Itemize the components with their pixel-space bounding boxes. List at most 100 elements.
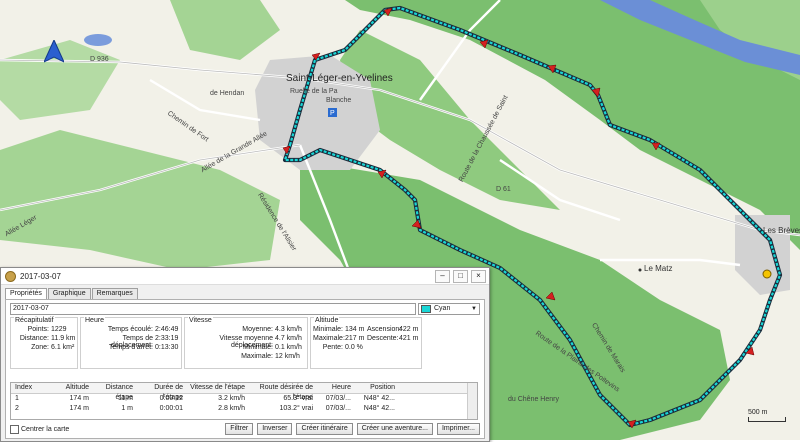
stat-value: 4.3 km/h <box>275 326 302 333</box>
table-row[interactable]: 2 174 m 1 m 0:00:01 2.8 km/h 103.2° vrai… <box>11 404 477 414</box>
table-cell: 103.2° vrai <box>279 405 313 412</box>
place-dot <box>638 268 642 272</box>
map-scale: 500 m <box>748 409 786 422</box>
column-header[interactable]: Durée de l'étape <box>133 383 183 401</box>
scale-bar <box>748 417 786 422</box>
table-cell: 174 m <box>69 405 89 412</box>
stat-value: 2:46:49 <box>155 326 179 333</box>
start-flag-icon <box>762 269 772 279</box>
table-row[interactable]: 1 174 m 11 m 0:00:12 3.2 km/h 65.3° vrai… <box>11 394 477 404</box>
road-label: de Hendan <box>210 90 245 97</box>
altitude-group: Altitude Minimale: 134 m Maximale: 217 m P… <box>310 317 422 369</box>
stat-row: Ascension: 422 m <box>367 326 418 333</box>
table-cell: 3.2 km/h <box>218 395 245 402</box>
stat-label: Moyenne: <box>242 326 273 333</box>
speed-title: Vitesse <box>188 317 213 324</box>
dialog-title: 2017-03-07 <box>20 271 61 281</box>
column-header[interactable]: Route désirée de l'étape <box>245 383 313 401</box>
stat-row: Zone: 6.1 km² <box>13 344 74 351</box>
road-label: D 936 <box>90 56 109 63</box>
table-cell: 07/03/... <box>325 395 351 402</box>
minimize-button[interactable]: – <box>435 269 450 283</box>
track-properties-dialog: 2017-03-07 – □ × Propriétés Graphique Re… <box>0 267 490 442</box>
table-scrollbar[interactable] <box>467 383 477 419</box>
filter-button[interactable]: Filtrer <box>225 423 254 435</box>
column-header[interactable]: Distance étape <box>89 383 133 401</box>
column-header[interactable]: Position <box>351 383 395 393</box>
table-cell: 1 <box>15 395 19 402</box>
stat-label: Points: <box>27 326 49 333</box>
maximize-button[interactable]: □ <box>453 269 468 283</box>
table-cell: 2.8 km/h <box>218 405 245 412</box>
track-name-field[interactable]: 2017-03-07 <box>10 303 416 315</box>
stat-row: Points: 1229 <box>13 326 67 333</box>
stat-value: 6.1 km² <box>51 344 75 351</box>
village-label: Les Brèves <box>763 226 800 235</box>
road-label: D 61 <box>496 186 511 193</box>
road-label: Blanche <box>326 97 352 104</box>
table-cell: 174 m <box>69 395 89 402</box>
stat-label: Pente: <box>322 344 343 351</box>
altitude-title: Altitude <box>314 317 340 324</box>
recap-group: Récapitulatif Points: 1229 Distance: 11.9 … <box>10 317 78 369</box>
stat-row: Maximale: 217 m <box>313 335 364 342</box>
stat-value: 1229 <box>51 326 67 333</box>
center-map-label: Centrer la carte <box>21 425 70 433</box>
stat-row: Maximale: 12 km/h <box>187 353 300 360</box>
stat-row: Distance: 11.9 km <box>13 335 76 342</box>
stat-row: Descente: 421 m <box>367 335 418 342</box>
create-adventure-button[interactable]: Créer une aventure... <box>356 423 433 435</box>
stat-value: 217 m <box>345 335 365 342</box>
scale-label: 500 m <box>748 409 768 416</box>
column-header[interactable]: Altitude <box>51 383 89 393</box>
table-cell: 1 m <box>121 405 133 412</box>
color-swatch <box>421 305 431 313</box>
time-group: Heure Temps écoulé: 2:46:49 Temps de dépl… <box>80 317 182 369</box>
column-header[interactable]: Index <box>11 383 51 393</box>
dialog-titlebar[interactable]: 2017-03-07 – □ × <box>1 268 489 285</box>
stat-row: Pente: 0.0 % <box>313 344 363 351</box>
print-button[interactable]: Imprimer... <box>436 423 480 435</box>
reverse-button[interactable]: Inverser <box>257 423 293 435</box>
track-points-table[interactable]: Index Altitude Distance étape Durée de l… <box>10 382 478 420</box>
stat-row: Temps d'arrêt: 0:13:30 <box>83 344 179 351</box>
center-map-checkbox[interactable] <box>10 424 19 434</box>
stat-label: Temps d'arrêt: <box>108 344 153 351</box>
color-select[interactable]: Cyan ▼ <box>418 303 480 315</box>
table-cell: 0:00:12 <box>159 395 183 402</box>
stat-label: Descente: <box>367 335 399 342</box>
column-header[interactable]: Heure <box>313 383 351 393</box>
stat-row: Moyenne: 4.3 km/h <box>187 326 302 333</box>
close-button[interactable]: × <box>471 269 486 283</box>
stat-value: 0.1 km/h <box>275 344 302 351</box>
create-route-button[interactable]: Créer itinéraire <box>296 423 353 435</box>
svg-text:P: P <box>330 110 335 117</box>
stat-label: Distance: <box>19 335 49 342</box>
road-label: Ruelle de la Pa <box>290 88 338 95</box>
table-cell: 0:00:01 <box>159 405 183 412</box>
lake <box>84 34 112 46</box>
place-label: Le Matz <box>644 264 673 273</box>
stat-label: Zone: <box>31 344 49 351</box>
table-header: Index Altitude Distance étape Durée de l… <box>11 383 477 401</box>
table-cell: N48° 42... <box>363 405 395 412</box>
stat-value: 12 km/h <box>275 353 300 360</box>
stat-value: 0.0 % <box>345 344 363 351</box>
stat-label: Temps écoulé: <box>107 326 153 333</box>
recap-title: Récapitulatif <box>14 317 55 324</box>
stat-value: 0:13:30 <box>155 344 179 351</box>
stat-label: Minimale: <box>313 326 343 333</box>
stat-row: Temps écoulé: 2:46:49 <box>83 326 179 333</box>
time-title: Heure <box>84 317 106 324</box>
properties-panel: 2017-03-07 Cyan ▼ Récapitulatif Points: 1… <box>5 299 485 439</box>
table-cell: 11 m <box>117 395 133 402</box>
chevron-down-icon: ▼ <box>471 306 477 312</box>
stat-label: Maximale: <box>313 335 345 342</box>
column-header[interactable]: Vitesse de l'étape <box>183 383 245 393</box>
stat-label: Ascension: <box>367 326 402 333</box>
dialog-button-bar: Centrer la carte Filtrer Inverser Créer … <box>10 423 480 435</box>
road-label: du Chêne Henry <box>508 396 559 403</box>
stat-value: 134 m <box>345 326 365 333</box>
stat-value: 421 m <box>399 335 419 342</box>
stat-row: Minimale: 134 m <box>313 326 364 333</box>
